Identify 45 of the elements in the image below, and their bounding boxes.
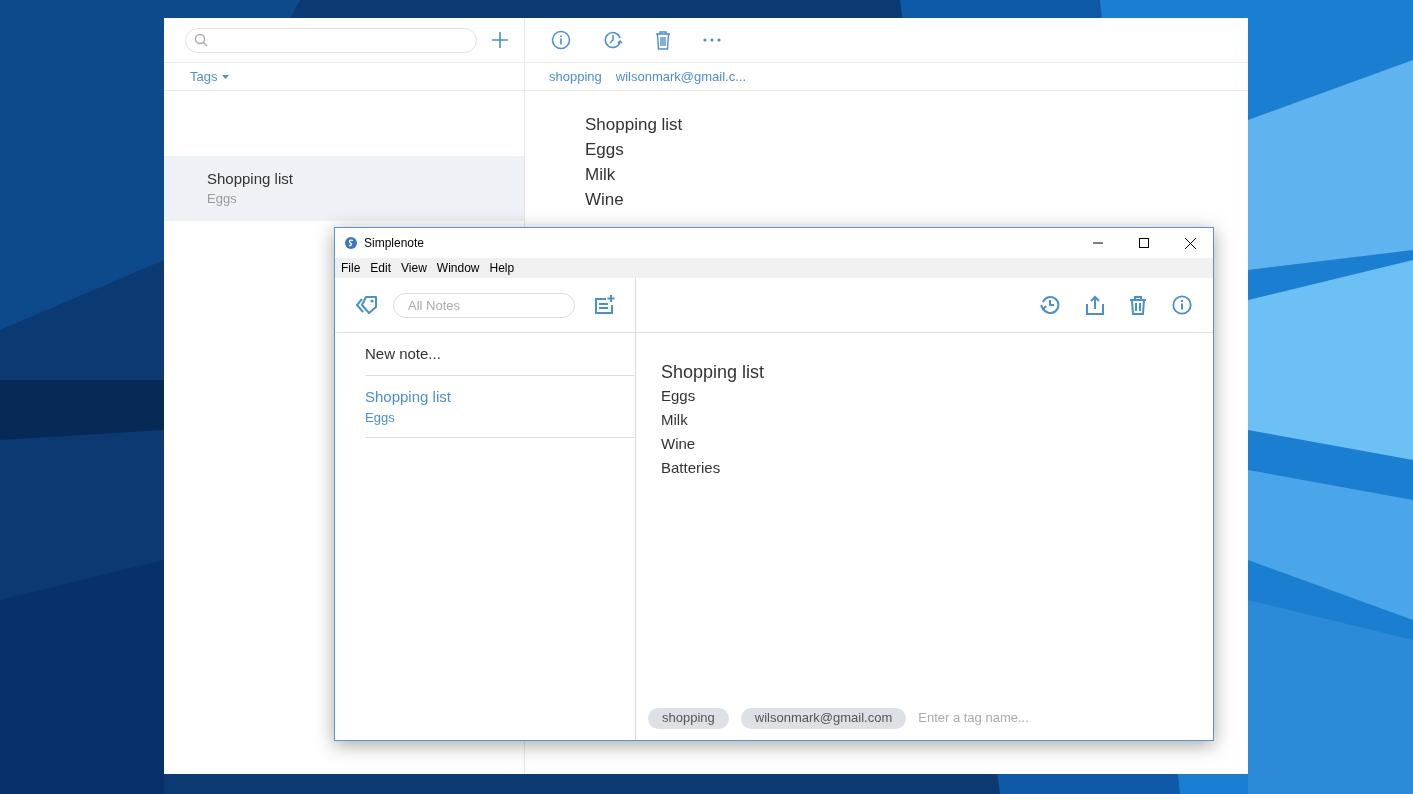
more-icon[interactable]: [703, 38, 721, 42]
tag-link[interactable]: shopping: [549, 66, 602, 87]
menu-item[interactable]: File: [341, 259, 361, 277]
tag-link[interactable]: wilsonmark@gmail.c...: [615, 66, 746, 87]
note-list-item[interactable]: Shopping list Eggs: [365, 376, 635, 438]
tag-icon[interactable]: [355, 296, 379, 314]
info-icon[interactable]: [1172, 295, 1192, 315]
app-logo-icon: [345, 237, 357, 249]
tag-chip[interactable]: shopping: [648, 707, 729, 729]
trash-icon[interactable]: [1130, 295, 1146, 315]
tag-input[interactable]: Enter a tag name...: [918, 708, 1079, 728]
new-note-item[interactable]: New note...: [365, 342, 441, 366]
note-preview: Eggs: [207, 190, 238, 208]
new-note-icon[interactable]: [594, 295, 615, 315]
note-text-line: Milk: [585, 164, 617, 186]
plus-icon[interactable]: [491, 31, 509, 49]
note-text-line: Wine: [661, 434, 697, 454]
maximize-icon: [1139, 238, 1149, 248]
menu-item[interactable]: Edit: [370, 259, 392, 277]
trash-icon[interactable]: [655, 30, 671, 50]
window-title: Simplenote: [364, 235, 425, 252]
tags-menu[interactable]: Tags: [190, 66, 218, 87]
menu-item[interactable]: Window: [436, 259, 480, 277]
menu-item[interactable]: Help: [489, 259, 515, 277]
caret-icon: [222, 74, 230, 79]
note-text-line: Batteries: [661, 458, 722, 478]
note-title: Shopping list: [365, 386, 452, 407]
note-list-item[interactable]: Shopping list Eggs: [164, 156, 524, 221]
info-icon[interactable]: [551, 30, 571, 50]
note-text-line: Eggs: [585, 139, 625, 161]
menu-item[interactable]: View: [401, 259, 427, 277]
history-icon[interactable]: [1040, 295, 1060, 315]
search-field[interactable]: All Notes: [393, 292, 575, 318]
search-icon: [194, 33, 208, 47]
clock-icon[interactable]: [603, 30, 623, 50]
note-title: Shopping list: [661, 361, 766, 384]
note-text-line: Eggs: [661, 386, 697, 406]
note-preview: Eggs: [365, 408, 396, 427]
note-text-line: Shopping list: [585, 114, 684, 136]
note-text-line: Wine: [585, 189, 625, 211]
note-title: Shopping list: [207, 169, 294, 189]
share-icon[interactable]: [1086, 295, 1104, 315]
tag-chip[interactable]: wilsonmark@gmail.com: [740, 707, 907, 729]
note-text-line: Milk: [661, 410, 689, 430]
close-icon: [1184, 237, 1196, 249]
